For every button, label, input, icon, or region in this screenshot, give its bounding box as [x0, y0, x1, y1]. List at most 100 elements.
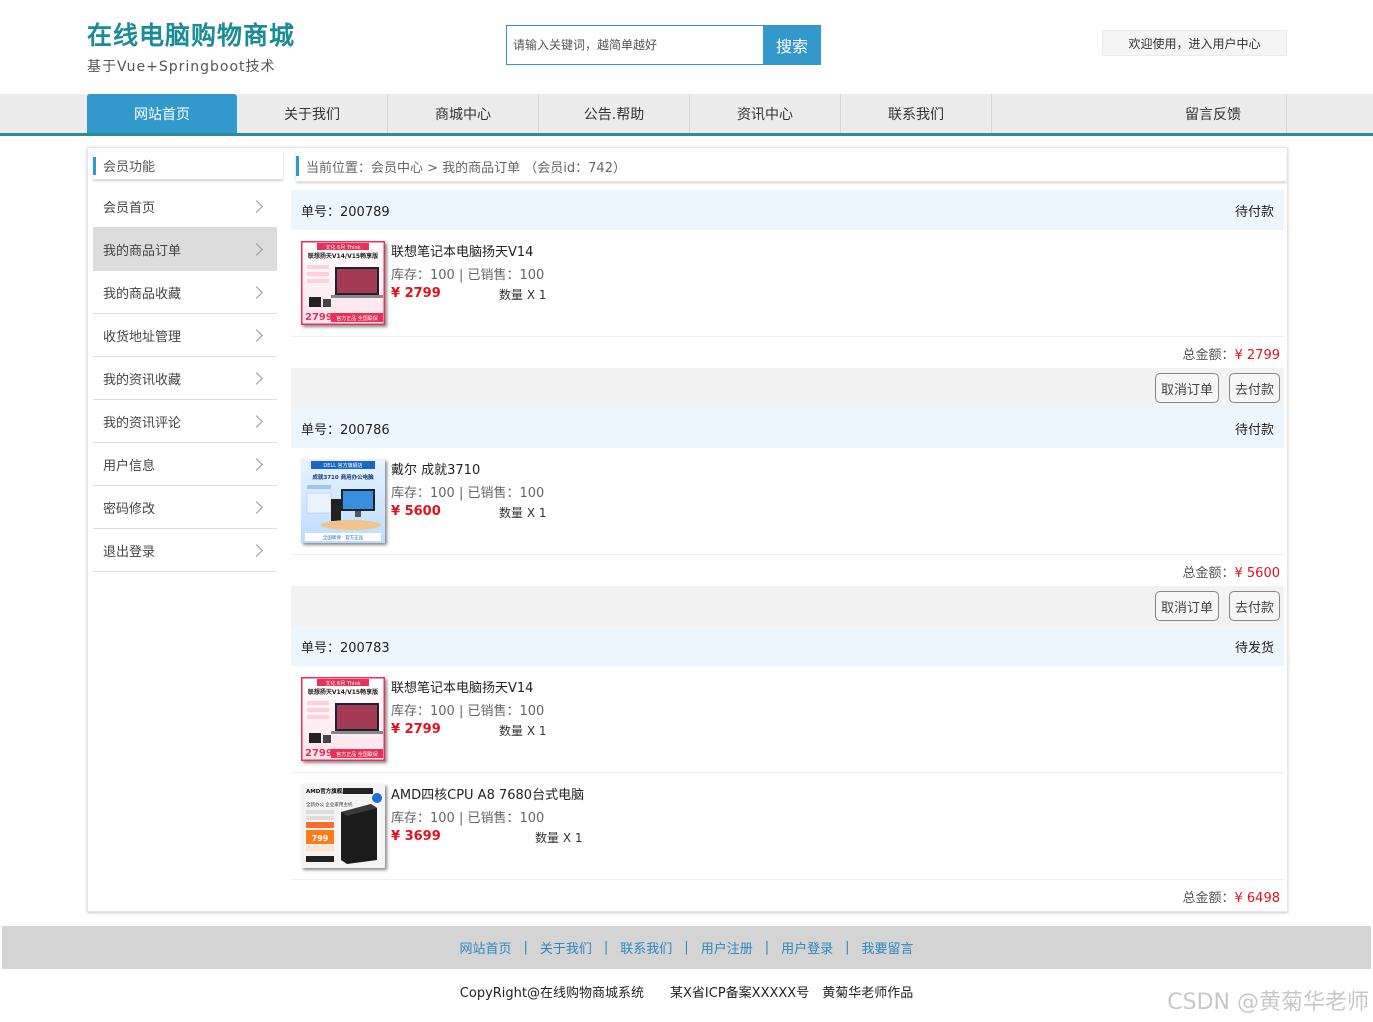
product-thumbnail[interactable]: 文化 6月 Think 联想扬天V14/V15畅享版 2799 官方正品 全国联… — [301, 241, 385, 325]
chevron-right-icon — [250, 371, 263, 385]
order-status: 待发货 — [1234, 640, 1274, 656]
sidebar-item-user-info[interactable]: 用户信息 — [93, 443, 277, 486]
thumb-price: 2799 — [305, 748, 333, 759]
sidebar-item-logout[interactable]: 退出登录 — [93, 529, 277, 572]
thumb-top-text: 文化 6月 Think — [325, 680, 360, 687]
thumb-headline: 联想扬天V14/V15畅享版 — [308, 252, 378, 260]
pay-button[interactable]: 去付款 — [1229, 373, 1280, 403]
thumb-headline: 成就3710 商用办公电脑 — [312, 473, 374, 481]
user-center-link[interactable]: 欢迎使用，进入用户中心 — [1102, 30, 1287, 56]
sidebar-title: 会员功能 — [93, 152, 283, 180]
chevron-right-icon — [250, 457, 263, 471]
cancel-order-button[interactable]: 取消订单 — [1155, 373, 1219, 403]
breadcrumb: 当前位置：会员中心 > 我的商品订单 （会员id：742） — [296, 152, 1286, 182]
product-thumbnail[interactable]: DELL 官方旗舰店 成就3710 商用办公电脑 全国联保 · 官方正品 — [301, 459, 385, 543]
order-total-label: 总金额： — [1182, 566, 1235, 581]
order-status: 待付款 — [1234, 422, 1274, 438]
chevron-right-icon — [250, 414, 263, 428]
nav-contact[interactable]: 联系我们 — [841, 94, 992, 133]
product-price: ¥ 2799 — [391, 286, 441, 301]
footer-link-home[interactable]: 网站首页 — [459, 938, 511, 957]
footer-link-about[interactable]: 关于我们 — [540, 938, 592, 957]
thumb-top-text: DELL 官方旗舰店 — [323, 462, 362, 469]
order-total: 总金额：¥ 5600 — [291, 562, 1280, 581]
order-header: 单号：200783 待发货 — [291, 626, 1284, 666]
product-stock: 库存：100 | 已销售：100 — [391, 486, 545, 501]
chevron-right-icon — [250, 242, 263, 256]
chevron-right-icon — [250, 199, 263, 213]
order-product: AMD官方旗舰店 全新办公 企业家用主机 799 AMD四核CPU A8 768… — [291, 773, 1284, 880]
footer-separator: | — [523, 940, 528, 955]
sidebar-item-news-comments[interactable]: 我的资讯评论 — [93, 400, 277, 443]
thumb-price: 2799 — [305, 312, 333, 323]
sidebar-item-news-favorites[interactable]: 我的资讯收藏 — [93, 357, 277, 400]
sidebar-item-change-password[interactable]: 密码修改 — [93, 486, 277, 529]
sidebar-item-label: 我的商品收藏 — [103, 286, 182, 302]
cancel-order-button[interactable]: 取消订单 — [1155, 591, 1219, 621]
nav-feedback[interactable]: 留言反馈 — [992, 94, 1287, 133]
order-product: 文化 6月 Think 联想扬天V14/V15畅享版 2799 官方正品 全国联… — [291, 230, 1284, 337]
nav-home[interactable]: 网站首页 — [87, 94, 237, 133]
footer-link-login[interactable]: 用户登录 — [781, 938, 833, 957]
sidebar-item-label: 用户信息 — [103, 458, 156, 474]
footer-link-message[interactable]: 我要留言 — [862, 938, 914, 957]
thumb-headline: 全新办公 企业家用主机 — [306, 801, 353, 808]
search-button[interactable]: 搜索 — [763, 25, 821, 65]
order-total-label: 总金额： — [1182, 891, 1235, 906]
sidebar-item-label: 我的商品订单 — [103, 243, 182, 259]
sidebar-item-label: 密码修改 — [103, 501, 156, 517]
product-thumbnail[interactable]: AMD官方旗舰店 全新办公 企业家用主机 799 — [301, 784, 385, 868]
product-price: ¥ 5600 — [391, 504, 441, 519]
product-name[interactable]: 联想笔记本电脑扬天V14 — [391, 677, 533, 696]
product-price: ¥ 3699 — [391, 829, 441, 844]
order-total-amount: ¥ 6498 — [1234, 891, 1281, 906]
order-total-label: 总金额： — [1182, 348, 1235, 363]
order-total: 总金额：¥ 6498 — [291, 887, 1280, 906]
sidebar-item-label: 退出登录 — [103, 544, 156, 560]
sidebar-item-label: 会员首页 — [103, 200, 156, 216]
product-quantity: 数量 X 1 — [499, 506, 547, 520]
product-quantity: 数量 X 1 — [535, 831, 583, 845]
search-bar: 搜索 — [506, 25, 821, 65]
footer-link-register[interactable]: 用户注册 — [701, 938, 753, 957]
nav-shop[interactable]: 商城中心 — [388, 94, 539, 133]
product-quantity: 数量 X 1 — [499, 288, 547, 302]
order-total-amount: ¥ 5600 — [1234, 566, 1281, 581]
pay-button[interactable]: 去付款 — [1229, 591, 1280, 621]
footer-separator: | — [845, 940, 850, 955]
footer-separator: | — [603, 940, 609, 955]
site-title[interactable]: 在线电脑购物商城 — [87, 16, 295, 52]
search-input[interactable] — [506, 25, 763, 65]
product-price: ¥ 2799 — [391, 722, 441, 737]
thumb-headline: 联想扬天V14/V15畅享版 — [308, 688, 378, 696]
thumb-tag: 全国联保 · 官方正品 — [323, 534, 364, 541]
csdn-watermark: CSDN @黄菊华老师 — [1167, 990, 1369, 1015]
sidebar-item-my-favorites[interactable]: 我的商品收藏 — [93, 271, 277, 314]
order-number: 单号：200786 — [301, 422, 390, 438]
sidebar-item-label: 收货地址管理 — [103, 329, 182, 345]
footer-link-contact[interactable]: 联系我们 — [620, 938, 672, 957]
chevron-right-icon — [250, 500, 263, 514]
order-total: 总金额：¥ 2799 — [291, 344, 1280, 363]
product-name[interactable]: 戴尔 成就3710 — [391, 459, 480, 478]
sidebar-item-addresses[interactable]: 收货地址管理 — [93, 314, 277, 357]
product-thumbnail[interactable]: 文化 6月 Think 联想扬天V14/V15畅享版 2799 官方正品 全国联… — [301, 677, 385, 761]
order-actions: 取消订单 去付款 — [291, 586, 1284, 626]
nav-news[interactable]: 资讯中心 — [690, 94, 841, 133]
product-name[interactable]: AMD四核CPU A8 7680台式电脑 — [391, 784, 584, 803]
product-name[interactable]: 联想笔记本电脑扬天V14 — [391, 241, 533, 260]
nav-notice-help[interactable]: 公告.帮助 — [539, 94, 690, 133]
order-number: 单号：200783 — [301, 640, 390, 656]
footer-separator: | — [684, 940, 689, 955]
site-subtitle: 基于Vue+Springboot技术 — [87, 59, 276, 75]
order-actions: 取消订单 去付款 — [291, 368, 1284, 408]
main-nav: 网站首页 关于我们 商城中心 公告.帮助 资讯中心 联系我们 留言反馈 — [0, 94, 1373, 136]
product-stock: 库存：100 | 已销售：100 — [391, 704, 545, 719]
sidebar-item-my-orders[interactable]: 我的商品订单 — [93, 228, 277, 271]
nav-about[interactable]: 关于我们 — [237, 94, 388, 133]
sidebar-item-member-home[interactable]: 会员首页 — [93, 185, 277, 228]
sidebar-item-label: 我的资讯评论 — [103, 415, 182, 431]
product-stock: 库存：100 | 已销售：100 — [391, 811, 545, 826]
thumb-tag: 官方正品 全国联保 — [336, 751, 378, 758]
order-total-amount: ¥ 2799 — [1234, 348, 1281, 363]
